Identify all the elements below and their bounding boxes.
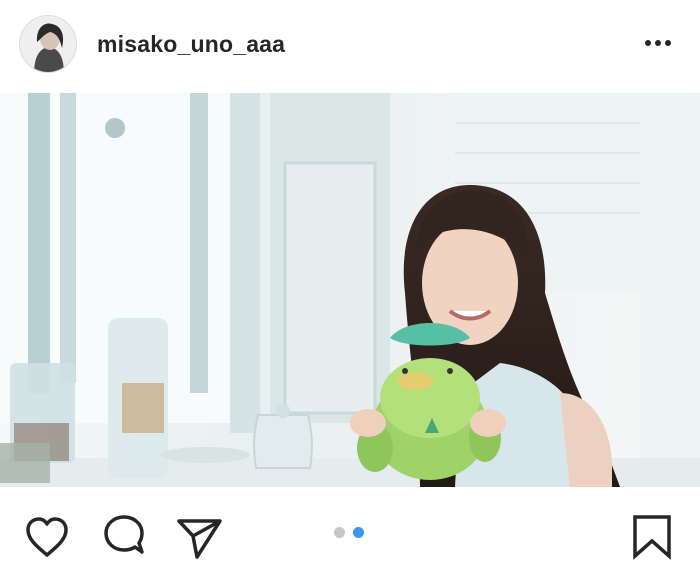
heart-icon[interactable] bbox=[22, 513, 72, 563]
post-header: misako_uno_aaa bbox=[0, 0, 700, 92]
comment-bubble-icon[interactable] bbox=[99, 513, 149, 563]
post-photo[interactable] bbox=[0, 93, 700, 487]
avatar[interactable] bbox=[19, 15, 77, 73]
avatar-image bbox=[20, 16, 76, 72]
more-options-icon[interactable] bbox=[640, 30, 680, 56]
carousel-dot-active[interactable] bbox=[353, 527, 364, 538]
username[interactable]: misako_uno_aaa bbox=[97, 31, 285, 58]
bookmark-icon[interactable] bbox=[628, 513, 678, 563]
paper-plane-icon[interactable] bbox=[175, 513, 225, 563]
photo-illustration bbox=[0, 93, 700, 487]
action-bar bbox=[0, 488, 700, 569]
carousel-dot-inactive[interactable] bbox=[334, 527, 345, 538]
